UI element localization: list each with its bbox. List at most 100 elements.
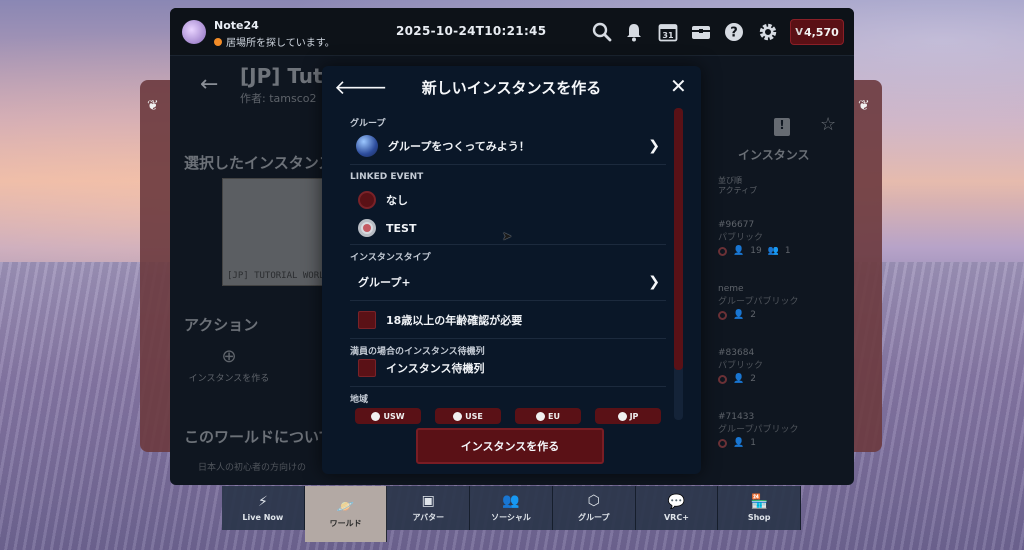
instance-id: neme [718,284,744,294]
create-instance-button[interactable]: インスタンスを作る [416,428,604,464]
user-count: 19 [750,246,762,256]
shop-icon: 🏪 [750,493,768,510]
instance-list-item[interactable]: #71433 グループパブリック 👤 1 [718,412,838,462]
user-name: Note24 [214,19,259,32]
inventory-icon[interactable] [689,20,713,44]
event-test-label: TEST [386,221,417,235]
nav-vrcplus[interactable]: 💬 VRC+ [635,486,719,530]
modal-content: グループ グループをつくってみよう！ ❯ LINKED EVENT なし TES… [322,108,672,418]
currency-symbol: V [795,26,803,38]
nav-label: ソーシャル [491,512,531,522]
flag-icon [617,411,627,421]
instances-heading: インスタンス [738,148,810,162]
status-dot-icon [214,37,222,46]
event-none-label: なし [386,194,408,207]
user-status: 居場所を探しています。 [214,34,335,49]
wing-icon: ❦ [858,98,870,114]
group-selector[interactable]: グループをつくってみよう！ ❯ [350,132,666,160]
user-count: 2 [750,310,756,320]
sort-label: 並び順 [718,176,742,185]
flag-icon [536,411,546,421]
checkbox-icon [358,311,376,329]
modal-title: 新しいインスタンスを作る [421,79,602,97]
vrcplus-icon: 💬 [667,493,686,510]
instance-list-item[interactable]: neme グループパブリック 👤 2 [718,284,838,334]
nav-live-now[interactable]: ⚡ Live Now [222,486,305,530]
event-option-none[interactable]: なし [350,186,666,214]
back-arrow-icon[interactable]: ← [200,72,218,97]
calendar-icon[interactable]: 31 [656,20,680,44]
sort-value: アクティブ [718,186,758,195]
region-label-eu: EU [548,411,560,421]
help-icon[interactable]: ? [722,20,746,44]
group-icon: ⬡ [587,492,600,509]
chevron-right-icon: ❯ [648,274,660,290]
avatar-icon: ▣ [421,492,435,509]
social-icon: 👥 [502,492,520,509]
instance-id: #71433 [718,412,755,422]
divider [350,244,666,245]
scrollbar-thumb[interactable] [674,108,683,370]
close-icon[interactable]: ✕ [670,74,687,98]
create-instance-tile[interactable]: ⊕ インスタンスを作る [186,346,272,402]
chevron-right-icon: ❯ [648,138,660,154]
report-icon[interactable]: ! [774,118,790,136]
favorite-star-icon[interactable]: ☆ [820,114,836,135]
user-count-icon: 👤 [733,246,745,256]
modal-scrollbar[interactable] [674,108,683,420]
nav-shop[interactable]: 🏪 Shop [718,486,802,530]
avatar[interactable] [182,20,206,44]
nav-groups[interactable]: ⬡ グループ [552,486,636,530]
group-value: グループをつくってみよう！ [388,140,530,153]
nav-worlds[interactable]: 🪐 ワールド [304,486,388,542]
user-count-icon: 👤 [733,310,745,320]
region-ring-icon [718,246,727,256]
instance-queue-checkbox[interactable]: インスタンス待機列 [350,354,666,382]
user-status-text: 居場所を探しています。 [226,38,335,49]
user-count: 2 [750,374,756,384]
clock: 2025-10-24T10:21:45 [396,24,547,38]
checkbox-icon [358,359,376,377]
currency-balance-button[interactable]: V 4,570 [790,19,844,45]
nav-avatars[interactable]: ▣ アバター [387,486,471,530]
mouse-cursor-icon: ➤ [502,229,513,243]
plus-circle-icon: ⊕ [221,346,237,367]
region-label-jp: JP [629,411,639,421]
about-world-text: 日本人の初心者の方向けの [198,463,307,473]
instance-id: #96677 [718,220,755,230]
region-chip-use[interactable]: USE [435,408,501,424]
nav-label: アバター [412,512,445,522]
currency-amount: 4,570 [803,25,839,39]
bottom-nav: ⚡ Live Now 🪐 ワールド ▣ アバター 👥 ソーシャル ⬡ グループ 💬 VRC+… [222,486,802,542]
actions-heading: アクション [184,316,259,334]
nav-label: Shop [747,512,771,522]
radio-unselected-icon [358,219,376,237]
region-chip-jp[interactable]: JP [595,408,661,424]
nav-social[interactable]: 👥 ソーシャル [470,486,553,530]
region-chip-usw[interactable]: USW [355,408,421,424]
thumbnail-text: [JP] TUTORIAL WORLD [227,271,330,281]
nav-label: グループ [577,512,610,522]
top-bar: Note24 居場所を探しています。 2025-10-24T10:21:45 3… [170,8,854,56]
gear-icon[interactable] [756,20,780,44]
region-ring-icon [718,374,727,384]
planet-icon: 🪐 [336,498,355,515]
bell-icon[interactable] [622,20,646,44]
user-count-icon: 👤 [733,438,745,448]
instance-type-selector[interactable]: グループ+ ❯ [350,268,666,296]
instance-type: グループパブリック [718,297,799,307]
age-verification-checkbox[interactable]: 18歳以上の年齢確認が必要 [350,306,666,334]
search-icon[interactable] [590,20,614,44]
instance-type-value: グループ+ [358,276,411,289]
linked-event-label: LINKED EVENT [350,172,424,182]
sort-dropdown[interactable]: 並び順 アクティブ [718,176,757,196]
region-ring-icon [718,310,727,320]
wing-icon: ❦ [147,98,159,114]
instance-list-item[interactable]: #96677 パブリック 👤 19 👥 1 [718,220,838,270]
world-thumbnail[interactable]: [JP] TUTORIAL WORLD [222,178,334,286]
calendar-day: 31 [662,31,674,40]
instance-list-item[interactable]: #83684 パブリック 👤 2 [718,348,838,398]
nav-label: Live Now [242,512,284,522]
region-chip-eu[interactable]: EU [515,408,581,424]
new-instance-modal: 🡐 新しいインスタンスを作る ✕ グループ グループをつくってみよう！ ❯ LI… [322,66,701,474]
